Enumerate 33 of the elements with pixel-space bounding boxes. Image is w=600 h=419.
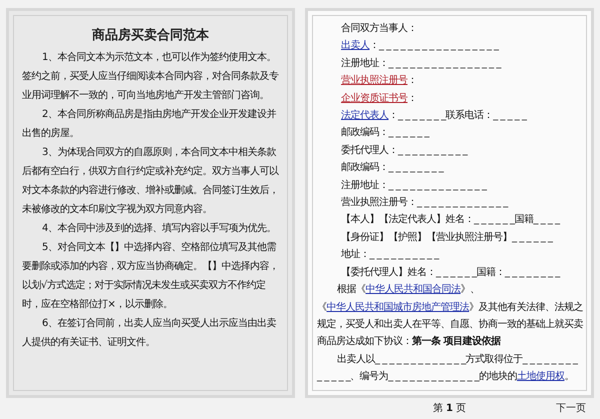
contract-text: ：_ _ _ _ _ _ _联系电话：_ _ _ _ _ [388, 110, 526, 122]
paragraph: 出卖人以_ _ _ _ _ _ _ _ _ _ _ _ _方式取得位于_ _ _ _ _ _ _ _ _ _ _ _ _、编号为_ _ _ _ _ _ _ _ _ _ _ _ _的地块的土地使用权。 [317, 352, 579, 384]
document-link[interactable]: 出卖人 [341, 40, 370, 52]
paragraph: 2、本合同所称商品房是指由房地产开发企业开发建设并出售的房屋。 [22, 108, 277, 141]
contract-text: 【委托代理人】姓名：_ _ _ _ _ _国籍：_ _ _ _ _ _ _ _ [341, 266, 560, 278]
contract-text: 【本人】【法定代表人】姓名：_ _ _ _ _ _国籍_ _ _ _ [341, 214, 560, 226]
paragraph: 1、本合同文本为示范文本，也可以作为签约使用文本。签约之前，买受人应当仔细阅读本合同内容，对合同条款及专业用词理解不一致的，可向当地房地产开发主管部门咨询。 [22, 50, 280, 103]
contract-text: 营业执照注册号：_ _ _ _ _ _ _ _ _ _ _ _ _ [341, 197, 508, 208]
contract-text: 注册地址：_ _ _ _ _ _ _ _ _ _ _ _ _ _ _ _ [341, 58, 501, 69]
document-title: 商品房买卖合同范本 [91, 26, 210, 44]
contract-text: ： [408, 75, 418, 86]
document-link[interactable]: 土地使用权 [516, 371, 564, 382]
page-number: 第 1 页 [432, 402, 466, 415]
contract-text: 邮政编码：_ _ _ _ _ _ _ _ [341, 162, 444, 174]
contract-text: ：_ _ _ _ _ _ _ _ _ _ _ _ _ _ _ _ _ [370, 40, 498, 52]
contract-text: 【身份证】【护照】【营业执照注册号】_ _ _ _ _ _ [341, 232, 552, 243]
contract-text: 地址：_ _ _ _ _ _ _ _ _ _ [341, 249, 439, 260]
paragraph: 3、为体现合同双方的自愿原则，本合同文本中相关条款后都有空白行，供双方自行约定或补充约定。双方当事人可以对文本条款的内容进行修改、增补或删减。合同签订生效后，未被修改的文本印刷文字视为双方同意内容。 [22, 146, 280, 217]
document-link[interactable]: 法定代表人 [341, 110, 389, 122]
contract-text: 注册地址：_ _ _ _ _ _ _ _ _ _ _ _ _ _ [341, 180, 486, 191]
paragraph: 4、本合同中涉及到的选择、填写内容以手写项为优先。 [41, 222, 277, 236]
contract-text: 合同双方当事人： [341, 23, 418, 34]
paragraph: 6、在签订合同前，出卖人应当向买受人出示应当由出卖人提供的有关证书、证明文件。 [22, 316, 278, 350]
contract-text: ： [408, 92, 418, 104]
contract-text: 委托代理人：_ _ _ _ _ _ _ _ _ _ [341, 144, 468, 156]
document-link[interactable]: 营业执照注册号 [341, 75, 408, 86]
contract-text: 邮政编码：_ _ _ _ _ _ [341, 127, 429, 138]
paragraph: 根据《中华人民共和国合同法》、《中华人民共和国城市房地产管理法》及其他有关法律、法规之规定，买受人和出卖人在平等、自愿、协商一致的基础上就买卖商品房达成如下协议：第一条 项目建设依据 [317, 282, 584, 350]
next-page-link[interactable]: 下一页 [556, 401, 586, 415]
document-link[interactable]: 中华人民共和国城市房地产管理法 [326, 302, 470, 312]
paragraph: 5、对合同文本【】中选择内容、空格部位填写及其他需要删除或添加的内容，双方应当协商确定。【】中选择内容，以划√方式选定；对于实际情况未发生或买卖双方不作约定时，应在空格部位打×，以示删除。 [22, 240, 280, 312]
document-link[interactable]: 企业资质证书号 [341, 92, 408, 104]
document-link[interactable]: 中华人民共和国合同法 [366, 284, 461, 296]
